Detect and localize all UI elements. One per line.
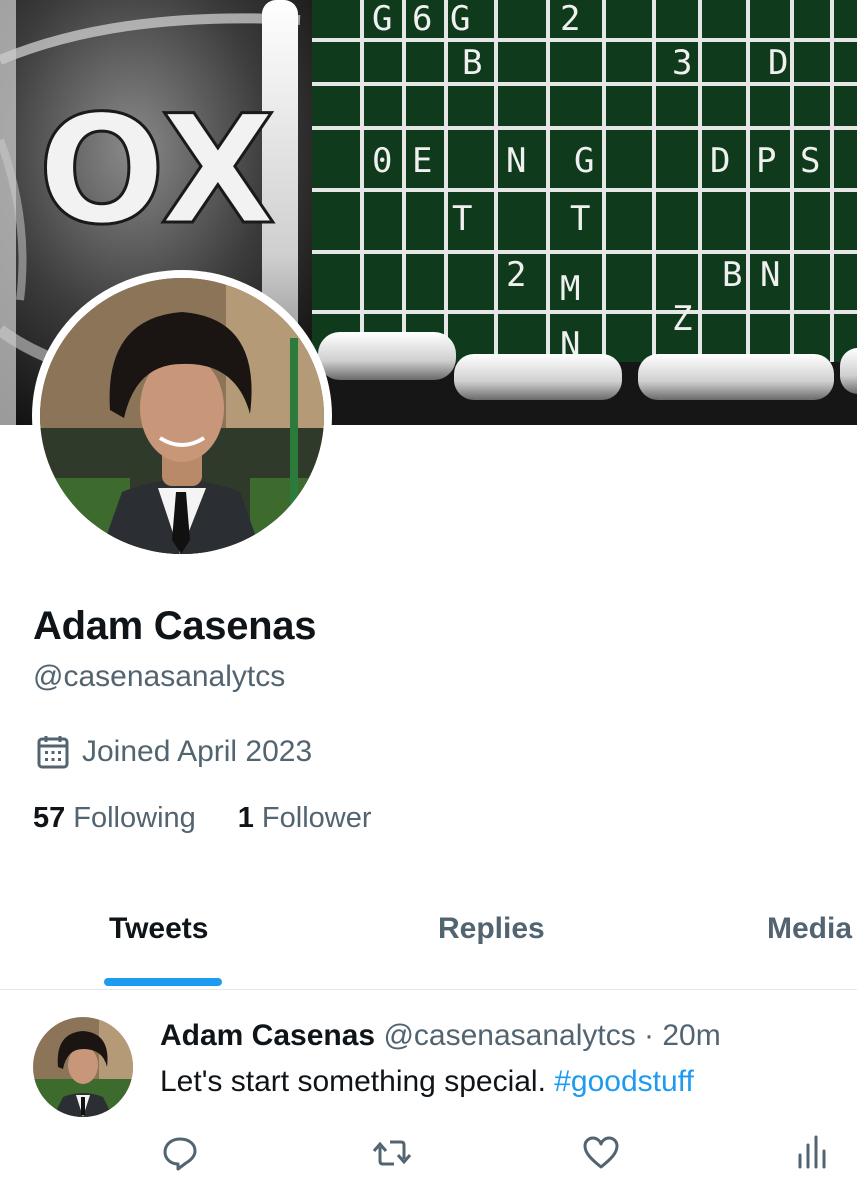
banner-grid-letter: E <box>412 141 432 181</box>
banner-grid-letter: N <box>760 255 780 295</box>
followers-count: 1 <box>237 802 254 834</box>
tweet-item[interactable]: Adam Casenas @casenasanalytcs · 20m Let'… <box>0 991 857 1200</box>
follow-stats: 57 Following 1 Follower <box>33 802 372 835</box>
avatar-photo <box>40 278 324 554</box>
joined-date: Joined April 2023 <box>36 734 312 770</box>
banner-grid-letter: Z <box>672 299 692 339</box>
banner-grid-letter: M <box>560 269 580 309</box>
banner-grid-letter: G <box>372 0 392 39</box>
banner-grid-letter: B <box>462 43 482 83</box>
reply-icon <box>163 1137 197 1171</box>
tab-tweets[interactable]: Tweets <box>109 912 208 946</box>
tweet-text: Let's start something special. #goodstuf… <box>160 1065 694 1099</box>
followers-label: Follower <box>261 802 372 834</box>
banner-grid-letter: 2 <box>506 255 526 295</box>
following-count: 57 <box>33 802 66 834</box>
banner-grid-letter: D <box>710 141 730 181</box>
following-link[interactable]: 57 Following <box>33 802 196 835</box>
profile-tabs: Tweets Replies Media <box>0 880 857 990</box>
tab-media[interactable]: Media <box>767 912 852 946</box>
tweet-meta: @casenasanalytcs · 20m <box>383 1019 721 1052</box>
banner-grid-letter: 3 <box>672 43 692 83</box>
banner-logo-text: OX <box>38 84 276 258</box>
profile-avatar[interactable] <box>32 270 332 562</box>
retweet-button[interactable] <box>372 1133 412 1173</box>
banner-grid-letter: 6 <box>412 0 432 39</box>
tweet-author-avatar[interactable] <box>33 1017 133 1117</box>
banner-grid-letter: G <box>450 0 470 39</box>
tweet-body-text: Let's start something special. <box>160 1065 555 1098</box>
banner-grid-letter: D <box>768 43 788 83</box>
active-tab-indicator <box>104 978 222 986</box>
banner-grid-letter: G <box>574 141 594 181</box>
tweet-hashtag[interactable]: #goodstuff <box>554 1065 694 1098</box>
banner-grid-letter: 0 <box>372 141 392 181</box>
profile-handle: @casenasanalytcs <box>33 660 286 693</box>
banner-grid-letter: P <box>756 141 776 181</box>
joined-label: Joined April 2023 <box>82 735 313 768</box>
profile-display-name: Adam Casenas <box>33 604 317 648</box>
following-label: Following <box>73 802 196 834</box>
like-button[interactable] <box>581 1133 621 1173</box>
tweet-author-name[interactable]: Adam Casenas <box>160 1019 375 1052</box>
banner-grid-letter: T <box>570 199 590 239</box>
views-button[interactable] <box>794 1133 834 1173</box>
banner-grid-letter: 2 <box>560 0 580 39</box>
views-icon <box>798 1135 826 1169</box>
tweet-actions <box>0 1133 857 1177</box>
reply-button[interactable] <box>160 1133 200 1173</box>
tweet-header: Adam Casenas @casenasanalytcs · 20m <box>160 1019 721 1053</box>
calendar-icon <box>37 736 69 769</box>
banner-grid-letter: B <box>722 255 742 295</box>
followers-link[interactable]: 1 Follower <box>238 802 372 835</box>
tab-replies[interactable]: Replies <box>438 912 545 946</box>
banner-grid-letter: S <box>800 141 820 181</box>
banner-grid-letter: T <box>452 199 472 239</box>
retweet-icon <box>372 1140 412 1166</box>
heart-icon <box>583 1136 619 1169</box>
banner-grid-letter: N <box>506 141 526 181</box>
